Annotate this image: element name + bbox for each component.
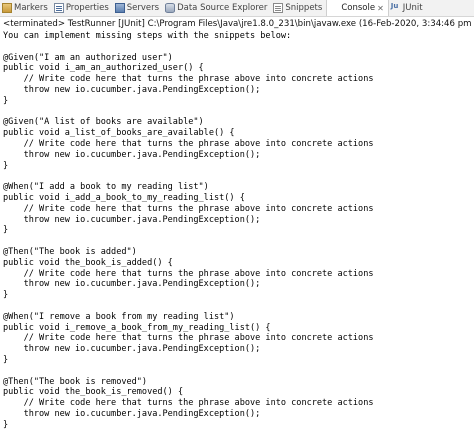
console-line: throw new io.cucumber.java.PendingExcept…	[3, 279, 261, 290]
console-line: // Write code here that turns the phrase…	[3, 74, 374, 85]
junit-icon	[391, 2, 401, 13]
console-line: throw new io.cucumber.java.PendingExcept…	[3, 149, 261, 160]
tab-label: JUnit	[402, 3, 423, 13]
tab-label: Console	[341, 3, 376, 13]
console-line: }	[3, 225, 9, 236]
tab-label: Markers	[14, 3, 48, 13]
console-line: throw new io.cucumber.java.PendingExcept…	[3, 408, 261, 419]
console-line: }	[3, 160, 9, 171]
console-output[interactable]: You can implement missing steps with the…	[3, 31, 469, 430]
console-line: throw new io.cucumber.java.PendingExcept…	[3, 344, 261, 355]
properties-icon	[53, 3, 64, 13]
console-line: @Then("The book is removed")	[3, 376, 148, 387]
console-line: @When("I remove a book from my reading l…	[3, 311, 235, 322]
console-line: You can implement missing steps with the…	[3, 31, 292, 41]
tab-label: Data Source Explorer	[177, 3, 268, 13]
tab-label: Servers	[126, 3, 160, 13]
console-line: // Write code here that turns the phrase…	[3, 268, 374, 279]
console-line: @Then("The book is added")	[3, 246, 137, 257]
tab-markers[interactable]: Markers	[0, 0, 52, 16]
snippets-icon	[273, 3, 284, 13]
console-line: @Given("I am an authorized user")	[3, 52, 173, 63]
data-source-icon	[165, 3, 176, 13]
console-line: throw new io.cucumber.java.PendingExcept…	[3, 214, 261, 225]
console-line: public void a_list_of_books_are_availabl…	[3, 128, 235, 139]
console-line: public void i_remove_a_book_from_my_read…	[3, 322, 271, 333]
console-line: }	[3, 354, 9, 365]
servers-icon	[114, 3, 125, 13]
console-line: // Write code here that turns the phrase…	[3, 333, 374, 344]
tab-snippets[interactable]: Snippets	[271, 0, 326, 16]
console-line: @When("I add a book to my reading list")	[3, 182, 209, 193]
tab-console[interactable]: Console ✕	[326, 0, 389, 16]
console-line: @Given("A list of books are available")	[3, 117, 204, 128]
markers-icon	[2, 3, 12, 13]
console-status-line: <terminated> TestRunner [JUnit] C:\Progr…	[3, 19, 471, 29]
console-line: // Write code here that turns the phrase…	[3, 138, 374, 149]
tab-data-source-explorer[interactable]: Data Source Explorer	[163, 0, 271, 16]
console-line: }	[3, 95, 9, 106]
console-line: public void i_am_an_authorized_user() {	[3, 63, 204, 74]
tab-servers[interactable]: Servers	[113, 0, 163, 16]
tab-properties[interactable]: Properties	[52, 0, 113, 16]
tab-label: Snippets	[285, 3, 323, 13]
console-line: public void i_add_a_book_to_my_reading_l…	[3, 192, 245, 203]
tab-junit[interactable]: JUnit	[389, 0, 427, 16]
view-tab-bar: Markers Properties Servers Data Source E…	[0, 0, 474, 17]
console-line: }	[3, 290, 9, 301]
console-line: // Write code here that turns the phrase…	[3, 203, 374, 214]
tab-label: Properties	[65, 3, 109, 13]
console-line: // Write code here that turns the phrase…	[3, 398, 374, 409]
console-line: public void the_book_is_added() {	[3, 257, 173, 268]
console-line: }	[3, 419, 9, 430]
console-line: public void the_book_is_removed() {	[3, 387, 184, 398]
close-icon[interactable]: ✕	[377, 4, 384, 13]
console-line: throw new io.cucumber.java.PendingExcept…	[3, 84, 261, 95]
